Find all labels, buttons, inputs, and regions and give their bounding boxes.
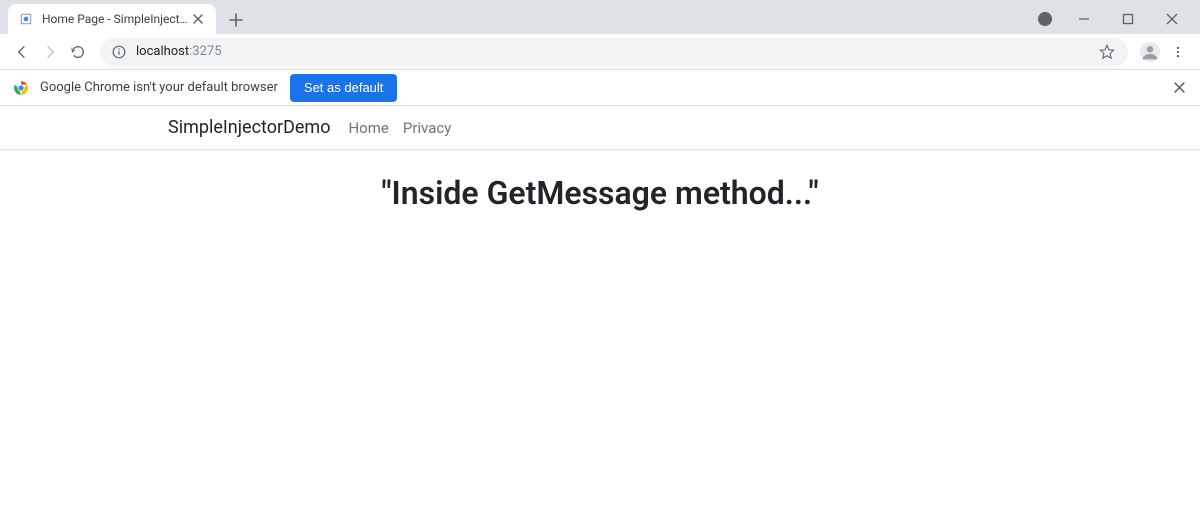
browser-chrome: Home Page - SimpleInjectorDemo [0,0,1200,70]
url-port: :3275 [189,44,221,59]
kebab-menu-icon[interactable] [1164,38,1192,66]
forward-button[interactable] [36,38,64,66]
nav-link-privacy[interactable]: Privacy [403,119,451,137]
page-content: "Inside GetMessage method..." [0,150,1200,212]
tab-bar: Home Page - SimpleInjectorDemo [0,0,1200,34]
status-dot-icon [1038,12,1052,26]
default-browser-infobar: Google Chrome isn't your default browser… [0,70,1200,106]
set-default-button[interactable]: Set as default [290,74,398,102]
window-controls [1038,4,1200,34]
profile-button[interactable] [1136,38,1164,66]
minimize-button[interactable] [1062,4,1106,34]
close-tab-icon[interactable] [190,11,206,27]
site-info-icon[interactable] [112,45,126,59]
url-host: localhost [136,44,189,59]
address-bar[interactable]: localhost:3275 [100,38,1128,66]
bookmark-star-icon[interactable] [1098,44,1116,60]
infobar-text: Google Chrome isn't your default browser [40,80,278,95]
toolbar: localhost:3275 [0,34,1200,70]
back-button[interactable] [8,38,36,66]
browser-tab[interactable]: Home Page - SimpleInjectorDemo [8,4,216,34]
favicon-icon [18,11,34,27]
url-text: localhost:3275 [136,44,1098,59]
close-window-button[interactable] [1150,4,1194,34]
chrome-logo-icon [12,79,30,97]
maximize-button[interactable] [1106,4,1150,34]
tab-title: Home Page - SimpleInjectorDemo [42,12,190,26]
nav-link-home[interactable]: Home [348,119,388,137]
brand-link[interactable]: SimpleInjectorDemo [168,117,330,138]
new-tab-button[interactable] [222,6,250,34]
page-navbar: SimpleInjectorDemo Home Privacy [0,106,1200,150]
page-message: "Inside GetMessage method..." [0,174,1200,212]
reload-button[interactable] [64,38,92,66]
infobar-close-icon[interactable] [1170,79,1188,97]
